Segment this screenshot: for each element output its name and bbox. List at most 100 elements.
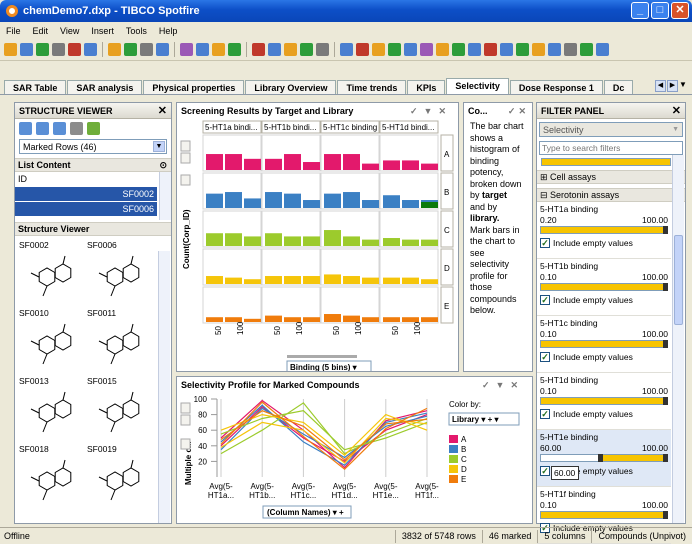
tab-time-trends[interactable]: Time trends — [337, 80, 407, 94]
slider-handle-max[interactable] — [663, 397, 668, 405]
toolbar-tool-icon[interactable] — [516, 43, 529, 56]
toolbar-tool-icon[interactable] — [388, 43, 401, 56]
histogram-bar[interactable] — [324, 314, 341, 322]
histogram-bar[interactable] — [402, 160, 419, 170]
collapse-icon[interactable]: ⊙ — [159, 160, 167, 171]
histogram-bar[interactable] — [284, 236, 301, 246]
screening-chart[interactable]: 5-HT1a bindi... 5-HT1b bindi... 5-HT1c bin… — [177, 119, 458, 371]
include-empty-checkbox[interactable]: ✓ — [540, 237, 550, 248]
range-slider[interactable] — [540, 226, 668, 234]
histogram-bar[interactable] — [206, 276, 223, 284]
filter-scheme-select[interactable]: Selectivity ▼ — [539, 122, 683, 137]
axis-expand-button[interactable] — [180, 140, 191, 152]
tab-sar-table[interactable]: SAR Table — [4, 80, 67, 94]
slider-handle-min[interactable] — [597, 454, 603, 462]
histogram-bar[interactable] — [362, 239, 379, 246]
molecule-structure[interactable] — [91, 389, 145, 437]
histogram-bar[interactable] — [303, 276, 320, 284]
histogram-bar[interactable] — [206, 154, 223, 170]
list-item[interactable]: SF0006 — [15, 202, 157, 216]
toolbar-tool-icon[interactable] — [564, 43, 577, 56]
histogram-bar[interactable] — [343, 236, 360, 246]
toolbar-tool-icon[interactable] — [372, 43, 385, 56]
histogram-bar[interactable] — [265, 233, 282, 246]
slider-handle-max[interactable] — [663, 511, 668, 519]
molecule-structure[interactable] — [91, 457, 145, 505]
molecule-structure[interactable] — [23, 321, 77, 369]
histogram-bar[interactable] — [324, 230, 341, 246]
toolbar-tool-icon[interactable] — [580, 43, 593, 56]
tab-library-overview[interactable]: Library Overview — [245, 80, 337, 94]
comment-controls-icon[interactable]: ✓✕ — [508, 106, 529, 117]
histogram-bar[interactable] — [383, 238, 400, 246]
include-empty-checkbox[interactable]: ✓ — [540, 294, 550, 305]
histogram-bar[interactable] — [225, 317, 242, 322]
menu-file[interactable]: File — [6, 26, 21, 36]
include-empty-checkbox-row[interactable]: ✓ Include empty values — [540, 293, 668, 306]
toolbar-tool-icon[interactable] — [108, 43, 121, 56]
histogram-bar[interactable] — [225, 233, 242, 246]
axis-expand-button[interactable] — [180, 152, 191, 164]
toolbar-tool-icon[interactable] — [316, 43, 329, 56]
filter-search-input[interactable] — [539, 141, 683, 155]
histogram-bar[interactable] — [421, 239, 438, 246]
panel-controls-icon[interactable]: ✓▼✕ — [410, 106, 452, 117]
include-empty-checkbox-row[interactable]: ✓ Include empty values — [540, 236, 668, 249]
axis-expand-button[interactable] — [180, 402, 191, 414]
edit-icon[interactable] — [87, 121, 100, 135]
histogram-bar[interactable] — [225, 192, 242, 208]
slider-handle-max[interactable] — [663, 283, 668, 291]
list-scrollbar[interactable] — [159, 172, 171, 220]
filter-scrollbar[interactable] — [672, 155, 684, 523]
toolbar-tool-icon[interactable] — [36, 43, 49, 56]
profile-line[interactable] — [220, 417, 428, 464]
molecule-structure[interactable] — [23, 457, 77, 505]
toolbar-tool-icon[interactable] — [356, 43, 369, 56]
menu-insert[interactable]: Insert — [91, 26, 114, 36]
toolbar-tool-icon[interactable] — [284, 43, 297, 56]
toolbar-tool-icon[interactable] — [228, 43, 241, 56]
filter-scroll-thumb[interactable] — [674, 235, 683, 325]
histogram-bar[interactable] — [421, 279, 438, 284]
tab-scroll-left-icon[interactable]: ◀ — [655, 80, 666, 92]
toolbar-tool-icon[interactable] — [52, 43, 65, 56]
tab-dc[interactable]: Dc — [603, 80, 634, 94]
legend-swatch[interactable] — [449, 435, 458, 443]
toolbar-tool-icon[interactable] — [20, 43, 33, 56]
include-empty-checkbox[interactable]: ✓ — [540, 465, 550, 476]
axis-expand-button[interactable] — [180, 174, 191, 186]
histogram-bar[interactable] — [244, 318, 261, 322]
histogram-bar[interactable] — [324, 274, 341, 284]
list-content-header[interactable]: List Content ⊙ — [15, 158, 171, 172]
range-slider[interactable] — [540, 340, 668, 348]
menu-view[interactable]: View — [60, 26, 79, 36]
marked-rows-select[interactable]: Marked Rows (46) ▼ — [19, 139, 167, 154]
histogram-bar[interactable] — [383, 195, 400, 208]
legend-swatch[interactable] — [449, 445, 458, 453]
molecule-structure[interactable] — [23, 253, 77, 301]
menu-edit[interactable]: Edit — [33, 26, 49, 36]
histogram-bar[interactable] — [402, 200, 419, 208]
molecule-structure[interactable] — [23, 389, 77, 437]
axis-expand-button[interactable] — [180, 438, 191, 450]
histogram-bar[interactable] — [324, 193, 341, 208]
range-slider[interactable] — [540, 397, 668, 405]
histogram-bar[interactable] — [244, 279, 261, 284]
histogram-bar[interactable] — [225, 154, 242, 170]
copy-icon[interactable] — [53, 121, 66, 135]
selectivity-controls-icon[interactable]: ✓▼✕ — [482, 380, 524, 391]
histogram-bar[interactable] — [284, 276, 301, 284]
tab-menu-icon[interactable]: ▼ — [679, 80, 688, 93]
histogram-bar[interactable] — [362, 317, 379, 322]
toolbar-tool-icon[interactable] — [436, 43, 449, 56]
tab-sar-analysis[interactable]: SAR analysis — [67, 80, 143, 94]
molecule-structure[interactable] — [91, 253, 145, 301]
histogram-bar[interactable] — [284, 317, 301, 322]
range-slider[interactable] — [540, 283, 668, 291]
slider-handle-max[interactable] — [663, 454, 668, 462]
marked-bar[interactable] — [421, 202, 438, 208]
histogram-bar[interactable] — [383, 160, 400, 170]
histogram-bar[interactable] — [206, 233, 223, 246]
histogram-bar[interactable] — [402, 277, 419, 284]
toolbar-tool-icon[interactable] — [140, 43, 153, 56]
